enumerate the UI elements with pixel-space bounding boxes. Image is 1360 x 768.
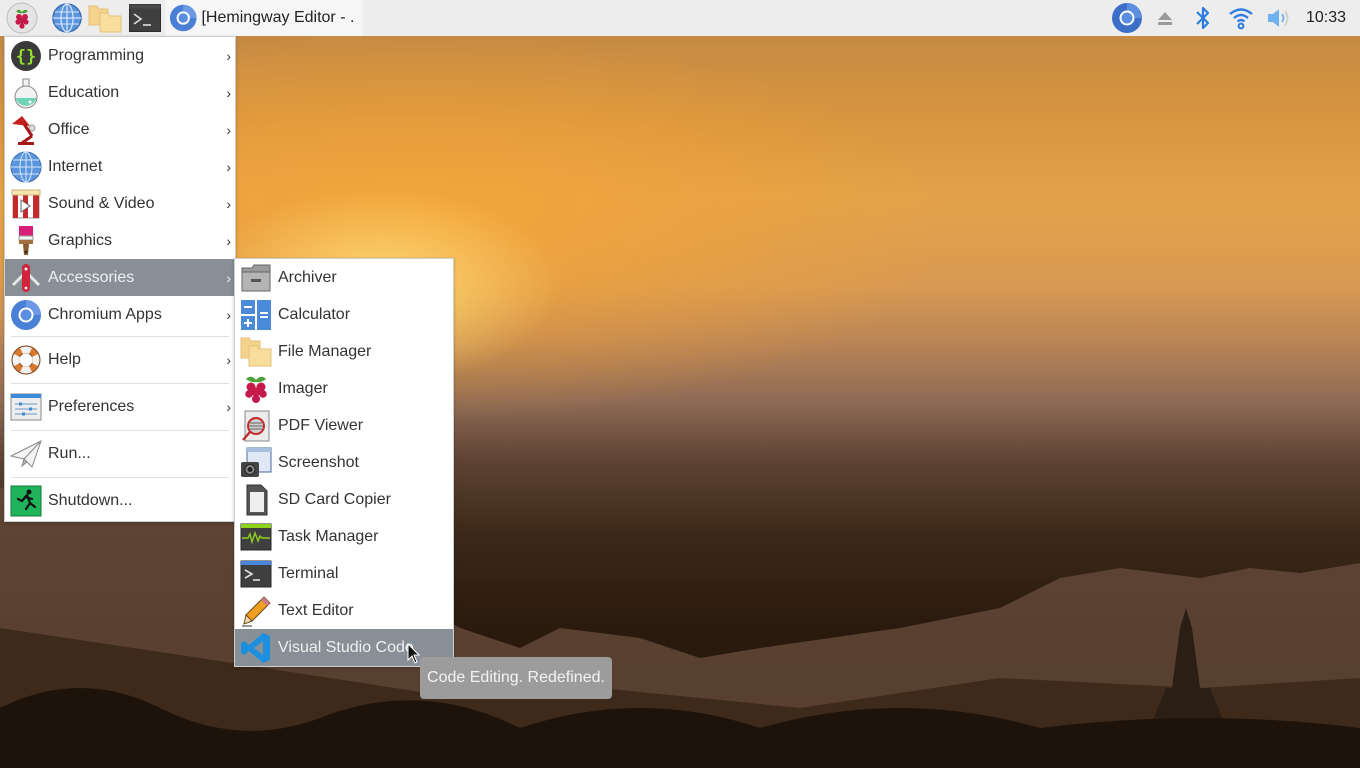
tray-bluetooth[interactable] <box>1184 0 1222 36</box>
tray-wifi[interactable] <box>1222 0 1260 36</box>
menu-item-terminal[interactable]: Terminal <box>235 555 453 592</box>
web-browser-launcher[interactable] <box>49 0 85 36</box>
chevron-right-icon: › <box>226 47 231 64</box>
preferences-icon <box>10 391 42 423</box>
menu-item-graphics[interactable]: Graphics › <box>5 222 235 259</box>
system-tray: 10:33 <box>1108 0 1360 36</box>
menu-item-help[interactable]: Help › <box>5 340 235 380</box>
chevron-right-icon: › <box>226 269 231 286</box>
svg-text:{}: {} <box>16 47 36 67</box>
tray-chromium[interactable] <box>1108 0 1146 36</box>
chromium-icon <box>169 4 197 32</box>
chromium-icon <box>1111 3 1142 33</box>
taskbar-window-button[interactable]: [Hemingway Editor - ... <box>165 0 363 36</box>
bluetooth-icon <box>1196 6 1210 30</box>
tray-eject[interactable] <box>1146 0 1184 36</box>
menu-item-pdf-viewer[interactable]: PDF Viewer <box>235 407 453 444</box>
raspberry-menu-button[interactable] <box>4 0 40 36</box>
terminal-icon <box>129 4 161 32</box>
menu-item-file-manager[interactable]: File Manager <box>235 333 453 370</box>
menu-item-screenshot[interactable]: Screenshot <box>235 444 453 481</box>
folder-icon <box>88 5 122 33</box>
menu-item-shutdown[interactable]: Shutdown... <box>5 481 235 521</box>
taskbar-window-title: [Hemingway Editor - ... <box>201 9 355 26</box>
popcorn-icon <box>10 188 42 220</box>
calculator-icon <box>240 299 272 331</box>
task-manager-icon <box>240 521 272 553</box>
menu-item-preferences[interactable]: Preferences › <box>5 387 235 427</box>
menu-item-calculator[interactable]: Calculator <box>235 296 453 333</box>
file-manager-launcher[interactable] <box>87 0 123 36</box>
volume-icon <box>1267 9 1289 27</box>
menu-item-imager[interactable]: Imager <box>235 370 453 407</box>
programming-icon: {} <box>10 40 42 72</box>
application-menu: {} Programming › Education › Office › In… <box>4 36 236 522</box>
paper-plane-icon <box>10 438 42 470</box>
lamp-icon <box>10 114 42 146</box>
vscode-icon <box>240 632 272 664</box>
menu-item-internet[interactable]: Internet › <box>5 148 235 185</box>
archive-icon <box>240 262 272 294</box>
chevron-right-icon: › <box>226 232 231 249</box>
raspberry-icon <box>6 2 38 34</box>
chevron-right-icon: › <box>226 352 231 368</box>
menu-item-run[interactable]: Run... <box>5 434 235 474</box>
menu-separator <box>11 477 229 478</box>
accessories-submenu: Archiver Calculator File Manager Imager … <box>234 258 454 667</box>
menu-separator <box>11 383 229 384</box>
pencil-icon <box>240 595 272 627</box>
tray-volume[interactable] <box>1260 0 1298 36</box>
menu-item-office[interactable]: Office › <box>5 111 235 148</box>
folder-icon <box>240 336 272 368</box>
raspberry-icon <box>240 373 272 405</box>
top-panel: [Hemingway Editor - ... 10:33 <box>0 0 1360 36</box>
menu-separator <box>11 336 229 337</box>
menu-item-chromium-apps[interactable]: Chromium Apps › <box>5 296 235 333</box>
terminal-icon <box>240 558 272 590</box>
chevron-right-icon: › <box>226 399 231 415</box>
sd-card-icon <box>240 484 272 516</box>
swiss-knife-icon <box>10 262 42 294</box>
pdf-viewer-icon <box>240 410 272 442</box>
paintbrush-icon <box>10 225 42 257</box>
wifi-icon <box>1229 8 1253 30</box>
chromium-icon <box>10 299 42 331</box>
terminal-launcher[interactable] <box>127 0 163 36</box>
clock[interactable]: 10:33 <box>1298 9 1360 27</box>
menu-separator <box>11 430 229 431</box>
menu-item-text-editor[interactable]: Text Editor <box>235 592 453 629</box>
chevron-right-icon: › <box>226 158 231 175</box>
mouse-cursor-icon <box>407 643 421 664</box>
chevron-right-icon: › <box>226 121 231 138</box>
tooltip: Code Editing. Redefined. <box>420 657 612 699</box>
eject-icon <box>1157 12 1172 25</box>
globe-icon <box>52 3 82 33</box>
menu-item-sd-card-copier[interactable]: SD Card Copier <box>235 481 453 518</box>
exit-icon <box>10 485 42 517</box>
menu-item-programming[interactable]: {} Programming › <box>5 37 235 74</box>
camera-icon <box>240 447 272 479</box>
menu-item-education[interactable]: Education › <box>5 74 235 111</box>
chevron-right-icon: › <box>226 306 231 323</box>
menu-item-archiver[interactable]: Archiver <box>235 259 453 296</box>
flask-icon <box>10 77 42 109</box>
globe-icon <box>10 151 42 183</box>
chevron-right-icon: › <box>226 195 231 212</box>
menu-item-task-manager[interactable]: Task Manager <box>235 518 453 555</box>
lifebuoy-icon <box>10 344 42 376</box>
chevron-right-icon: › <box>226 84 231 101</box>
menu-item-sound-video[interactable]: Sound & Video › <box>5 185 235 222</box>
menu-item-accessories[interactable]: Accessories › <box>5 259 235 296</box>
